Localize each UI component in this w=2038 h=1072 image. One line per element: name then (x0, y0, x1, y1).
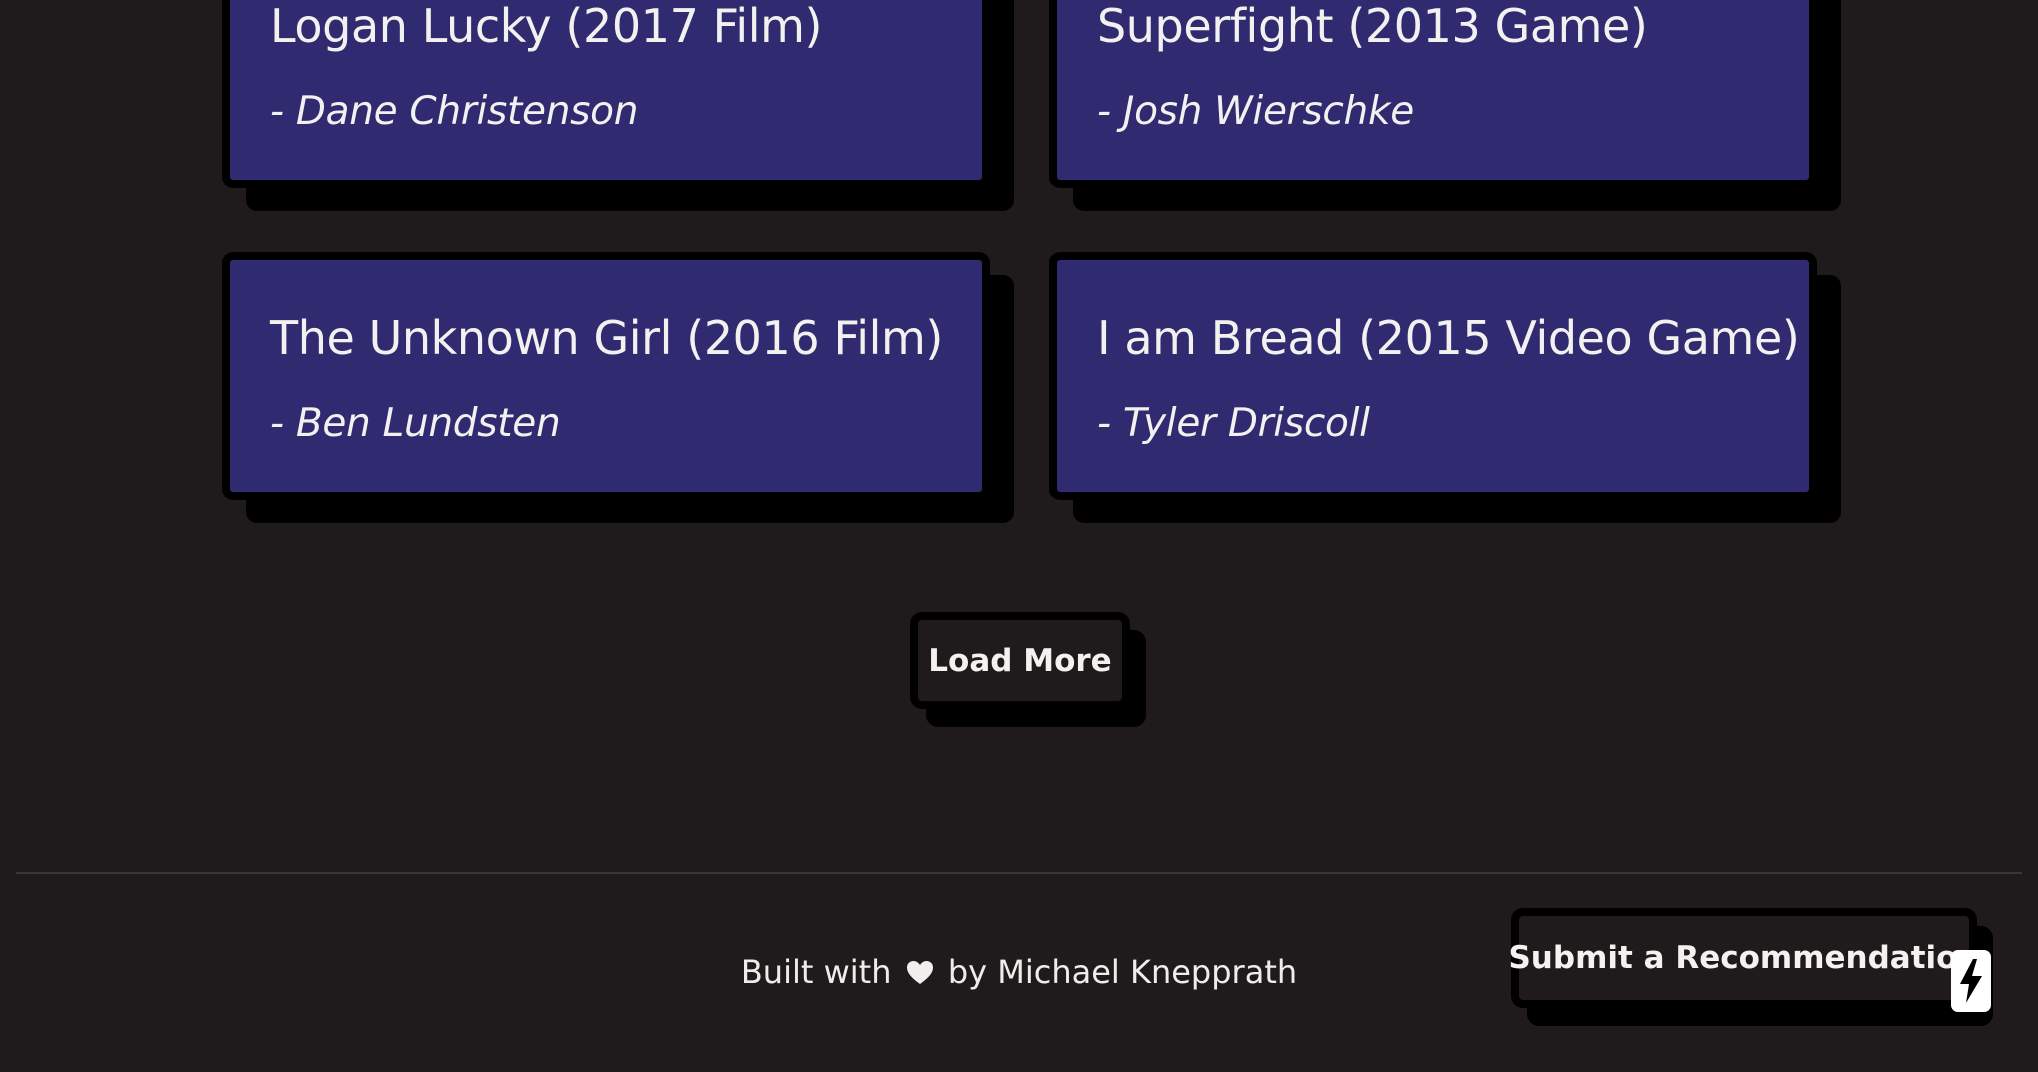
recommendation-title: The Unknown Girl (2016 Film) (270, 311, 943, 365)
recommendation-author: - Josh Wierschke (1097, 89, 1414, 134)
recommendation-card[interactable]: Superfight (2013 Game) - Josh Wierschke (1049, 0, 1817, 188)
recommendation-title: I am Bread (2015 Video Game) (1097, 311, 1800, 365)
recommendation-title: Superfight (2013 Game) (1097, 0, 1648, 53)
lightning-bolt-icon[interactable] (1951, 950, 1991, 1012)
recommendation-card[interactable]: Logan Lucky (2017 Film) - Dane Christens… (222, 0, 990, 188)
recommendation-author: - Ben Lundsten (270, 401, 561, 446)
recommendation-author: - Dane Christenson (270, 89, 639, 134)
recommendation-author: - Tyler Driscoll (1097, 401, 1370, 446)
recommendation-card[interactable]: I am Bread (2015 Video Game) - Tyler Dri… (1049, 252, 1817, 500)
built-with-text: Built with (740, 953, 892, 991)
recommendation-card[interactable]: The Unknown Girl (2016 Film) - Ben Lunds… (222, 252, 990, 500)
recommendation-grid: Logan Lucky (2017 Film) - Dane Christens… (222, 0, 1817, 500)
load-more-button[interactable]: Load More (910, 612, 1130, 709)
footer-divider (16, 872, 2022, 874)
author-credit: by Michael Knepprath (947, 953, 1298, 991)
submit-recommendation-button[interactable]: Submit a Recommendation (1508, 908, 1980, 1008)
page: Logan Lucky (2017 Film) - Dane Christens… (0, 0, 2038, 1072)
recommendation-title: Logan Lucky (2017 Film) (270, 0, 823, 53)
heart-icon (906, 955, 934, 993)
